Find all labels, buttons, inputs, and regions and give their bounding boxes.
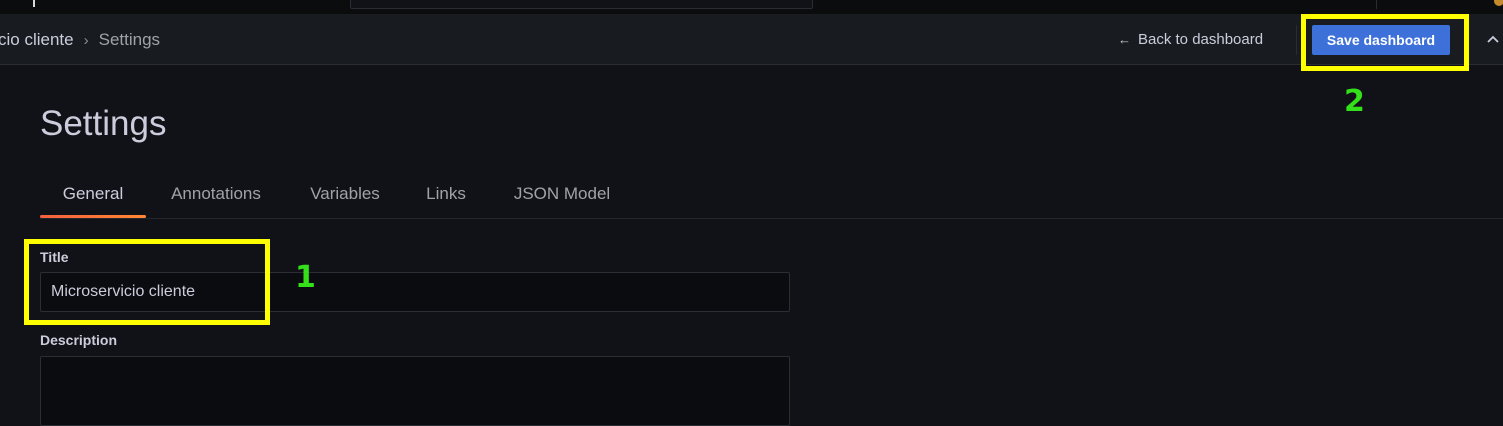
tab-general-label: General <box>62 184 124 203</box>
tab-variables-label: Variables <box>310 184 380 203</box>
tab-annotations[interactable]: Annotations <box>163 172 269 218</box>
tab-links-label: Links <box>426 184 466 203</box>
settings-tabs: General Annotations Variables Links JSON… <box>40 172 1503 218</box>
tab-variables[interactable]: Variables <box>301 172 389 218</box>
description-field-label: Description <box>40 332 118 348</box>
back-to-dashboard-button[interactable]: ← Back to dashboard <box>1118 31 1263 48</box>
back-to-dashboard-label: Back to dashboard <box>1138 31 1264 48</box>
annotation-highlight-title <box>24 239 270 325</box>
top-browser-strip <box>0 0 1503 14</box>
tab-annotations-label: Annotations <box>171 184 261 203</box>
breadcrumb-dashboard-link[interactable]: cio cliente <box>0 30 74 50</box>
chevron-up-icon[interactable] <box>1486 28 1503 50</box>
annotation-number-1: 1 <box>295 260 316 295</box>
tab-general[interactable]: General <box>40 172 146 218</box>
tabs-divider <box>40 218 1503 219</box>
dashboard-navbar: cio cliente › Settings ← Back to dashboa… <box>0 14 1503 65</box>
annotation-highlight-save <box>1301 14 1469 71</box>
chevron-right-icon: › <box>83 31 89 49</box>
annotation-number-2: 2 <box>1344 84 1365 119</box>
page-title: Settings <box>40 104 167 143</box>
breadcrumb: cio cliente › Settings <box>0 30 160 50</box>
tab-json-model-label: JSON Model <box>513 184 611 203</box>
top-strip-separator <box>1376 0 1377 9</box>
tab-json-model[interactable]: JSON Model <box>504 172 620 218</box>
description-textarea[interactable] <box>40 356 790 426</box>
avatar[interactable] <box>1494 0 1503 6</box>
top-strip-tick <box>33 0 35 7</box>
toolbar-divider <box>1296 25 1297 55</box>
arrow-left-icon: ← <box>1118 32 1131 47</box>
top-search-box[interactable] <box>350 0 813 9</box>
breadcrumb-current: Settings <box>98 30 161 49</box>
tab-links[interactable]: Links <box>420 172 472 218</box>
